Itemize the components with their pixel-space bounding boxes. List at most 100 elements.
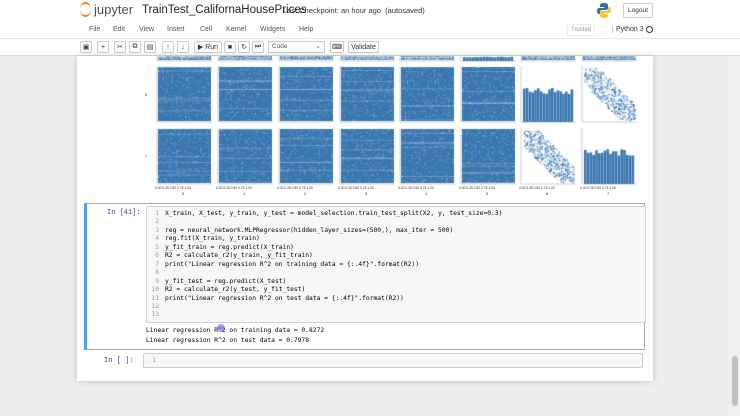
x-tick-labels: 0.00 0.25 0.50 0.75 1.00 bbox=[398, 186, 434, 190]
pairplot-image bbox=[77, 56, 653, 196]
validate-button[interactable]: Validate bbox=[348, 41, 379, 53]
x-tick-labels: 0.00 0.25 0.50 0.75 1.00 bbox=[277, 186, 313, 190]
move-down-button[interactable]: ↓ bbox=[177, 41, 189, 53]
line-number: 1 bbox=[155, 210, 159, 217]
y-axis-label-7: 7 bbox=[145, 154, 148, 159]
code-line: 3 reg = neural_network.MLPRegressor(hidde… bbox=[147, 227, 502, 235]
toolbar: ▣ + ✂ ⧉ ▤ ↑ ↓ ▶ Run ■ ↻ ⏭ Code ⌄ ⌨ Valida… bbox=[0, 39, 740, 56]
code-editor[interactable]: 1 X_train, X_test, y_train, y_test = mode… bbox=[146, 206, 646, 323]
x-axis-label: 0 bbox=[182, 191, 185, 196]
save-icon: ▣ bbox=[82, 44, 90, 51]
code-text: reg.fit(X_train, y_train) bbox=[165, 235, 260, 243]
stop-icon: ■ bbox=[227, 43, 233, 51]
move-down-icon: ↓ bbox=[181, 43, 185, 51]
output-line: Linear regression R^2 on test data = 0.7… bbox=[146, 336, 310, 344]
jupyter-logo-icon bbox=[80, 2, 91, 17]
command-palette-button[interactable]: ⌨ bbox=[330, 41, 344, 53]
x-tick-labels: 0.00 0.25 0.50 0.75 1.00 bbox=[519, 186, 555, 190]
code-text: print("Linear regression R^2 on test dat… bbox=[165, 294, 404, 302]
copy-button[interactable]: ⧉ bbox=[129, 41, 141, 53]
code-line: 6 R2 = calculate_r2(y_train, y_fit_train) bbox=[147, 252, 502, 260]
code-cell-empty[interactable]: In [ ]: 1 bbox=[84, 353, 645, 370]
output-line: Linear regression R^2 on training data =… bbox=[146, 327, 325, 334]
python-logo-icon bbox=[597, 3, 611, 18]
x-axis-label: 7 bbox=[607, 191, 610, 196]
restart-icon: ↻ bbox=[241, 44, 247, 51]
y-axis-label-6: 6 bbox=[145, 92, 148, 97]
code-text: reg = neural_network.MLPRegressor(hidden… bbox=[165, 226, 454, 234]
menu-help[interactable]: Help bbox=[299, 26, 313, 33]
x-axis-label: 1 bbox=[243, 191, 246, 196]
x-tick-labels: 0.00 0.25 0.50 0.75 1.00 bbox=[155, 186, 191, 190]
x-axis-label: 4 bbox=[425, 191, 428, 196]
cell-prompt: In [41]: bbox=[107, 209, 141, 217]
line-number: 4 bbox=[155, 235, 159, 243]
x-tick-labels: 0.00 0.25 0.50 0.75 1.00 bbox=[216, 186, 252, 190]
line-number: 7 bbox=[155, 260, 159, 268]
paste-button[interactable]: ▤ bbox=[144, 41, 156, 53]
notebook-name[interactable]: TrainTest_CalifornaHousePrices bbox=[142, 4, 306, 16]
code-line: 2 bbox=[147, 218, 502, 226]
menu-insert[interactable]: Insert bbox=[167, 26, 185, 33]
code-line: 12 bbox=[147, 303, 502, 311]
checkpoint-status: Last Checkpoint: an hour ago (autosaved) bbox=[283, 6, 425, 15]
code-text: y_fit_test = reg.predict(X_test) bbox=[165, 277, 287, 285]
line-number: 13 bbox=[151, 311, 159, 319]
menu-bar: File Edit View Insert Cell Kernel Widget… bbox=[0, 21, 740, 39]
stop-button[interactable]: ■ bbox=[224, 41, 236, 53]
line-number: 8 bbox=[155, 269, 159, 277]
cell-output: Linear regression R^2 on training data =… bbox=[146, 326, 324, 345]
line-number: 9 bbox=[155, 277, 159, 285]
code-line: 4 reg.fit(X_train, y_train) bbox=[147, 235, 502, 243]
fast-forward-icon: ⏭ bbox=[254, 43, 262, 50]
menu-edit[interactable]: Edit bbox=[113, 26, 125, 33]
add-cell-button[interactable]: + bbox=[97, 41, 109, 53]
code-cell-41[interactable]: In [41]: 1 X_train, X_test, y_train, y_te… bbox=[84, 203, 646, 350]
scrollbar-thumb[interactable] bbox=[732, 356, 738, 406]
code-text: R2 = calculate_r2(y_train, y_fit_train) bbox=[165, 252, 313, 260]
cut-button[interactable]: ✂ bbox=[114, 41, 126, 53]
x-axis-label: 3 bbox=[365, 191, 368, 196]
line-number: 11 bbox=[151, 294, 159, 302]
code-line: 5 y_fit_train = reg.predict(X_train) bbox=[147, 244, 502, 252]
code-editor[interactable]: 1 bbox=[143, 353, 643, 368]
code-line: 9 y_fit_test = reg.predict(X_test) bbox=[147, 278, 502, 286]
restart-button[interactable]: ↻ bbox=[238, 41, 250, 53]
line-number: 6 bbox=[155, 252, 159, 260]
kernel-name[interactable]: Python 3 bbox=[612, 26, 644, 33]
cell-prompt: In [ ]: bbox=[104, 357, 134, 365]
save-button[interactable]: ▣ bbox=[80, 41, 92, 53]
jupyter-logo[interactable]: jupyter bbox=[80, 2, 133, 17]
code-text: R2 = calculate_r2(y_test, y_fit_test) bbox=[165, 286, 306, 294]
restart-run-all-button[interactable]: ⏭ bbox=[252, 41, 264, 53]
logout-button[interactable]: Logout bbox=[623, 3, 653, 18]
code-line: 10 R2 = calculate_r2(y_test, y_fit_test) bbox=[147, 286, 502, 294]
text-cursor-icon bbox=[217, 324, 225, 332]
page-scrollbar[interactable] bbox=[730, 56, 740, 416]
kernel-idle-indicator-icon bbox=[646, 26, 653, 33]
code-text: y_fit_train = reg.predict(X_train) bbox=[165, 243, 294, 251]
line-number: 5 bbox=[155, 243, 159, 251]
cell-type-select[interactable]: Code ⌄ bbox=[268, 41, 325, 53]
line-number: 2 bbox=[155, 218, 159, 226]
code-line: 11 print("Linear regression R^2 on test d… bbox=[147, 295, 502, 303]
run-button[interactable]: ▶ Run bbox=[194, 41, 222, 53]
line-number: 1 bbox=[152, 357, 156, 364]
line-number: 12 bbox=[151, 302, 159, 310]
menu-widgets[interactable]: Widgets bbox=[260, 26, 285, 33]
notebook-container: 0 0.00 0.25 0.50 0.75 1.00 1 0.00 0.25 0.50… bbox=[77, 56, 653, 381]
menu-view[interactable]: View bbox=[139, 26, 154, 33]
x-tick-labels: 0.00 0.25 0.50 0.75 1.00 bbox=[338, 186, 374, 190]
trusted-badge[interactable]: Trusted bbox=[567, 24, 596, 36]
code-text: X_train, X_test, y_train, y_test = model… bbox=[165, 210, 503, 217]
menu-file[interactable]: File bbox=[89, 26, 100, 33]
move-up-button[interactable]: ↑ bbox=[162, 41, 174, 53]
code-text: print("Linear regression R^2 on training… bbox=[165, 260, 420, 268]
code-line: 7 print("Linear regression R^2 on trainin… bbox=[147, 261, 502, 269]
x-axis-label: 6 bbox=[546, 191, 549, 196]
menu-cell[interactable]: Cell bbox=[200, 26, 212, 33]
x-tick-labels: 0.00 0.25 0.50 0.75 1.00 bbox=[580, 186, 616, 190]
menu-kernel[interactable]: Kernel bbox=[226, 26, 246, 33]
x-tick-labels: 0.00 0.25 0.50 0.75 1.00 bbox=[459, 186, 495, 190]
move-up-icon: ↑ bbox=[166, 43, 170, 51]
